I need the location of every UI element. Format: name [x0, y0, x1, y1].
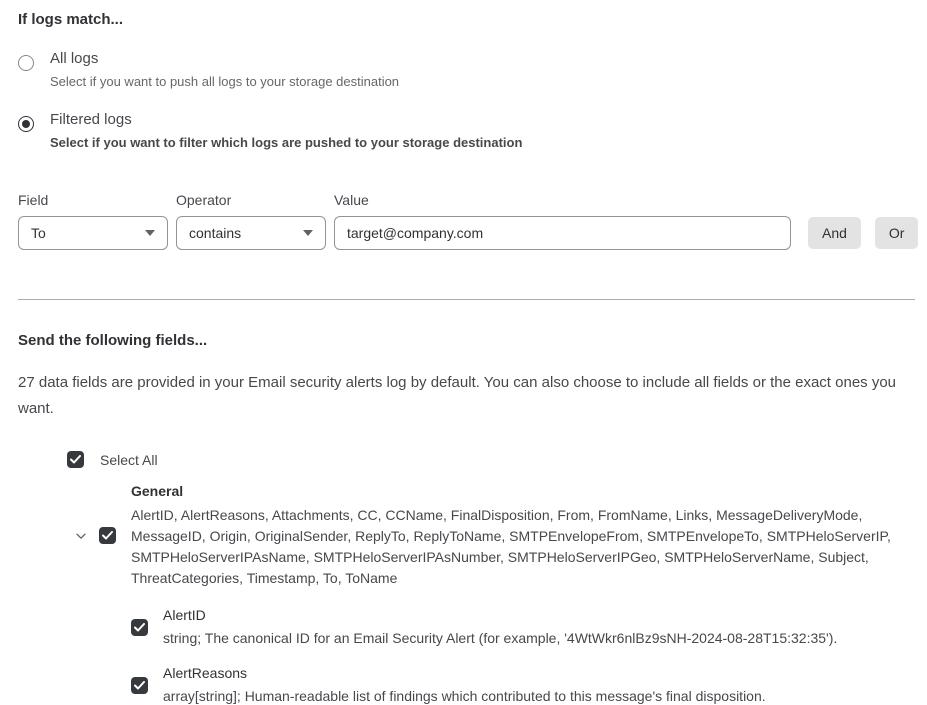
filtered-logs-label: Filtered logs — [50, 111, 522, 129]
send-fields-description: 27 data fields are provided in your Emai… — [18, 370, 915, 422]
field-row-alertreasons: AlertReasons array[string]; Human-readab… — [131, 665, 915, 705]
radio-unselected-icon[interactable] — [18, 55, 34, 71]
field-label: Field — [18, 192, 168, 208]
field-group-general: General AlertID, AlertReasons, Attachmen… — [73, 483, 915, 589]
value-input[interactable] — [334, 216, 791, 250]
all-logs-label: All logs — [50, 50, 399, 68]
checkmark-icon — [134, 623, 145, 632]
chevron-down-icon — [303, 230, 313, 236]
alertreasons-checkbox-checked[interactable] — [131, 677, 148, 694]
radio-selected-icon[interactable] — [18, 116, 34, 132]
alertreasons-field-description: array[string]; Human-readable list of fi… — [163, 688, 766, 705]
operator-select[interactable]: contains — [176, 216, 326, 250]
chevron-down-icon — [145, 230, 155, 236]
section-divider — [18, 299, 915, 300]
alertid-checkbox-checked[interactable] — [131, 619, 148, 636]
checkmark-icon — [134, 681, 145, 690]
logpush-settings-page: If logs match... All logs Select if you … — [0, 0, 927, 705]
general-group-checkbox-checked[interactable] — [99, 527, 116, 544]
general-group-field-list: AlertID, AlertReasons, Attachments, CC, … — [131, 505, 915, 589]
radio-option-all-logs[interactable]: All logs Select if you want to push all … — [18, 50, 915, 89]
radio-option-filtered-logs[interactable]: Filtered logs Select if you want to filt… — [18, 111, 915, 150]
collapse-chevron-icon[interactable] — [73, 528, 89, 544]
and-button[interactable]: And — [808, 217, 861, 249]
value-label: Value — [334, 192, 791, 208]
operator-select-value: contains — [189, 225, 303, 241]
filtered-logs-description: Select if you want to filter which logs … — [50, 135, 522, 150]
field-select-value: To — [31, 225, 145, 241]
select-all-row[interactable]: Select All — [67, 451, 915, 468]
alertid-field-name: AlertID — [163, 607, 837, 624]
send-fields-heading: Send the following fields... — [18, 333, 915, 349]
checkmark-icon — [70, 455, 81, 464]
general-group-title: General — [131, 483, 915, 500]
logs-match-heading: If logs match... — [18, 12, 915, 28]
field-select[interactable]: To — [18, 216, 168, 250]
alertreasons-field-name: AlertReasons — [163, 665, 766, 682]
field-row-alertid: AlertID string; The canonical ID for an … — [131, 607, 915, 647]
select-all-checkbox-checked[interactable] — [67, 451, 84, 468]
operator-label: Operator — [176, 192, 326, 208]
alertid-field-description: string; The canonical ID for an Email Se… — [163, 630, 837, 647]
all-logs-description: Select if you want to push all logs to y… — [50, 74, 399, 89]
select-all-label: Select All — [100, 452, 158, 468]
filter-builder-row: Field To Operator contains Value And Or — [18, 192, 915, 250]
or-button[interactable]: Or — [875, 217, 919, 249]
logs-match-radio-group: All logs Select if you want to push all … — [18, 50, 915, 150]
checkmark-icon — [102, 531, 113, 540]
